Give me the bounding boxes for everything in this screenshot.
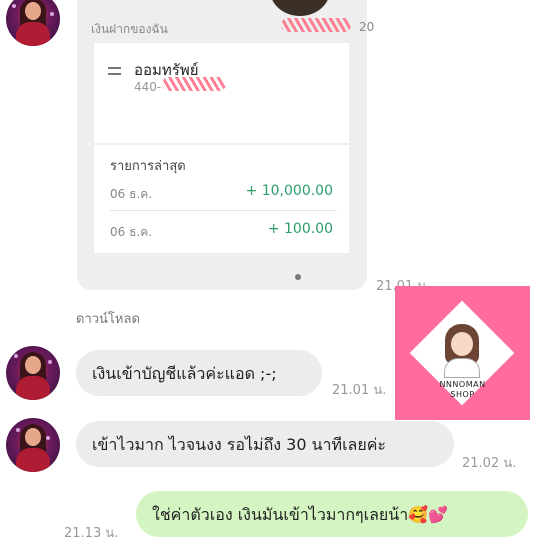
divider: [110, 210, 337, 211]
message-time: 21.13 น.: [64, 526, 119, 538]
message-text: ใช่ค่าตัวเอง เงินมันเข้าไวมากๆเลยน้า🥰💕: [152, 505, 449, 524]
account-box[interactable]: ออมทรัพย์ 440-: [94, 43, 349, 143]
message-bubble[interactable]: เข้าไวมาก ไวจนงง รอไม่ถึง 30 นาทีเลยค่ะ: [76, 421, 454, 467]
message-time: 21.02 น.: [462, 456, 517, 471]
own-message-bubble[interactable]: ใช่ค่าตัวเอง เงินมันเข้าไวมากๆเลยน้า🥰💕: [136, 491, 528, 537]
card-profile-photo: [270, 0, 330, 16]
logo-girl-icon: [451, 332, 473, 356]
shop-logo-watermark: NNNOMAN SHOP: [395, 286, 530, 420]
transaction-row: 06 ธ.ค. + 100.00: [110, 219, 335, 245]
download-link[interactable]: ดาวน์โหลด: [76, 308, 140, 329]
logo-text: SHOP: [450, 390, 475, 399]
message-text: เงินเข้าบัญชีแล้วค่ะแอด ;-;: [92, 364, 277, 383]
page-indicator-dot: [295, 274, 301, 280]
redaction-scribble: [162, 77, 226, 91]
sender-avatar[interactable]: [6, 0, 60, 46]
recent-transactions: รายการล่าสุด 06 ธ.ค. + 10,000.00 06 ธ.ค.…: [94, 145, 349, 253]
card-header-amount: 20: [359, 20, 375, 34]
card-header-label: เงินฝากของฉัน: [91, 22, 168, 36]
logo-text: NNNOMAN: [439, 380, 486, 389]
transaction-date: 06 ธ.ค.: [110, 225, 153, 239]
message-bubble[interactable]: เงินเข้าบัญชีแล้วค่ะแอด ;-;: [76, 350, 322, 396]
transaction-row: 06 ธ.ค. + 10,000.00: [110, 181, 335, 207]
message-text: เข้าไวมาก ไวจนงง รอไม่ถึง 30 นาทีเลยค่ะ: [92, 435, 387, 454]
account-number: 440-: [134, 80, 162, 94]
sender-avatar[interactable]: [6, 346, 60, 400]
transaction-date: 06 ธ.ค.: [110, 187, 153, 201]
sender-avatar[interactable]: [6, 418, 60, 472]
transaction-amount: + 100.00: [267, 221, 333, 237]
transaction-amount: + 10,000.00: [245, 183, 333, 199]
redaction-scribble: [281, 18, 351, 32]
account-icon: [108, 67, 121, 75]
message-time: 21.01 น.: [332, 383, 387, 398]
recent-title: รายการล่าสุด: [110, 159, 186, 174]
